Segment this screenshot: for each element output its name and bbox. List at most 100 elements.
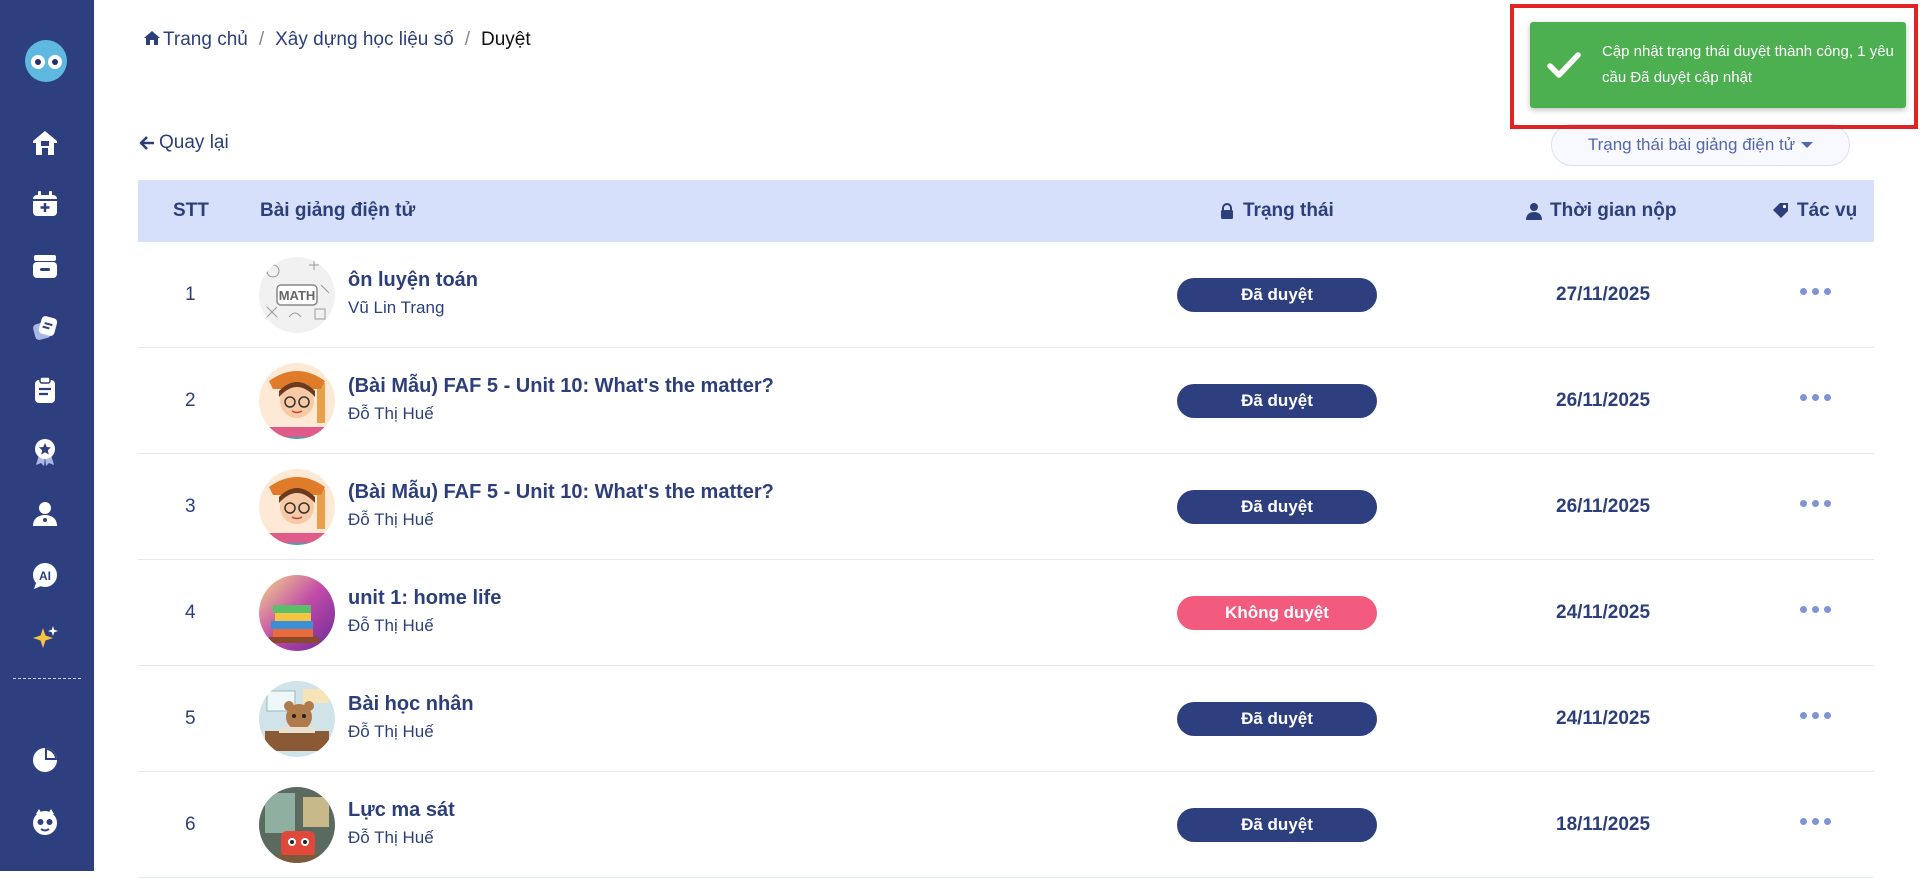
sidebar-item-reports[interactable] — [29, 744, 61, 776]
sidebar-item-magic[interactable] — [29, 622, 61, 654]
more-dot — [1800, 606, 1807, 613]
sidebar-divider — [13, 678, 81, 679]
submitted-date: 24/11/2025 — [1556, 708, 1651, 729]
classroom-bear-thumbnail — [259, 681, 335, 757]
more-dot — [1812, 606, 1819, 613]
owl-eyes — [30, 55, 62, 69]
breadcrumb-home-link[interactable]: Trang chủ — [143, 29, 248, 51]
submitted-date: 26/11/2025 — [1556, 496, 1651, 517]
user-icon — [1526, 203, 1542, 220]
more-dot — [1824, 394, 1831, 401]
table-row: 6 Lực ma sát Đỗ Thị Huế Đã duyệt 18/11/2… — [138, 772, 1874, 878]
submitted-date: 27/11/2025 — [1556, 284, 1651, 305]
more-dot — [1812, 500, 1819, 507]
more-dot — [1824, 818, 1831, 825]
header-stt-label: STT — [173, 200, 209, 221]
status-badge: Đã duyệt — [1177, 808, 1377, 842]
status-badge: Đã duyệt — [1177, 278, 1377, 312]
row-stt: 3 — [185, 496, 196, 517]
row-stt: 1 — [185, 284, 196, 305]
sidebar-item-students[interactable] — [29, 498, 61, 530]
more-actions-button[interactable] — [1798, 282, 1833, 301]
more-dot — [1824, 288, 1831, 295]
table-row: 4 unit 1: home life Đỗ Thị Huế Không duy… — [138, 560, 1874, 666]
owl-eye-right — [47, 55, 62, 69]
table-row: 1 MATH ôn luyện toán Vũ Lin Trang Đã duy… — [138, 242, 1874, 348]
red-robot-thumbnail — [259, 787, 335, 863]
more-dot — [1800, 288, 1807, 295]
sidebar-item-schedule[interactable] — [29, 188, 61, 220]
status-filter-dropdown[interactable]: Trạng thái bài giảng điện tử — [1551, 124, 1850, 166]
more-actions-button[interactable] — [1798, 812, 1833, 831]
lesson-title-link[interactable]: (Bài Mẫu) FAF 5 - Unit 10: What's the ma… — [348, 481, 774, 504]
submitted-date: 26/11/2025 — [1556, 390, 1651, 411]
more-actions-button[interactable] — [1798, 494, 1833, 513]
table-body: 1 MATH ôn luyện toán Vũ Lin Trang Đã duy… — [138, 242, 1874, 878]
girl-cartoon-thumbnail — [259, 469, 335, 545]
more-actions-button[interactable] — [1798, 600, 1833, 619]
status-badge: Đã duyệt — [1177, 384, 1377, 418]
sidebar-item-notes[interactable] — [29, 312, 61, 344]
math-doodle-thumbnail: MATH — [259, 257, 335, 333]
more-dot — [1800, 394, 1807, 401]
more-dot — [1812, 288, 1819, 295]
more-dot — [1824, 712, 1831, 719]
sidebar-item-assistant[interactable] — [29, 806, 61, 838]
more-actions-button[interactable] — [1798, 706, 1833, 725]
lesson-title-link[interactable]: ôn luyện toán — [348, 269, 478, 292]
calendar-plus-icon — [33, 191, 57, 216]
books-thumbnail — [259, 575, 335, 651]
row-stt: 2 — [185, 390, 196, 411]
owl-logo[interactable] — [25, 40, 67, 82]
users-icon — [33, 502, 57, 526]
lesson-thumbnail[interactable] — [259, 575, 335, 651]
status-badge: Đã duyệt — [1177, 490, 1377, 524]
lesson-title-link[interactable]: (Bài Mẫu) FAF 5 - Unit 10: What's the ma… — [348, 375, 774, 398]
lesson-thumbnail[interactable] — [259, 469, 335, 545]
more-dot — [1800, 712, 1807, 719]
row-stt: 4 — [185, 602, 196, 623]
lock-icon — [1221, 203, 1233, 219]
more-actions-button[interactable] — [1798, 388, 1833, 407]
sidebar-item-home[interactable] — [29, 127, 61, 159]
lesson-thumbnail[interactable]: MATH — [259, 257, 335, 333]
sidebar-item-ai[interactable]: AI — [29, 560, 61, 592]
lesson-author: Đỗ Thị Huế — [348, 510, 434, 529]
header-actions-label: Tác vụ — [1797, 200, 1858, 221]
sidebar-item-assignments[interactable] — [29, 374, 61, 406]
header-status: Trạng thái — [1218, 180, 1334, 242]
more-dot — [1812, 394, 1819, 401]
check-icon — [1547, 52, 1581, 78]
more-dot — [1812, 818, 1819, 825]
success-toast[interactable]: Cập nhật trạng thái duyệt thành công, 1 … — [1530, 22, 1906, 108]
lesson-title-link[interactable]: Bài học nhân — [348, 693, 474, 716]
sidebar-item-awards[interactable] — [29, 436, 61, 468]
lesson-author: Vũ Lin Trang — [348, 298, 445, 317]
more-dot — [1824, 606, 1831, 613]
breadcrumb-section-link[interactable]: Xây dựng học liệu số — [275, 29, 454, 51]
status-badge: Đã duyệt — [1177, 702, 1377, 736]
home-icon — [144, 31, 160, 45]
lesson-thumbnail[interactable] — [259, 681, 335, 757]
clipboard-icon — [35, 376, 55, 403]
more-dot — [1824, 500, 1831, 507]
back-button[interactable]: Quay lại — [139, 132, 229, 154]
table-row: 5 Bài học nhân Đỗ Thị Huế Đã duyệt 24/11… — [138, 666, 1874, 772]
breadcrumb-home-label: Trang chủ — [163, 29, 248, 50]
svg-text:MATH: MATH — [279, 288, 316, 303]
lesson-title-link[interactable]: unit 1: home life — [348, 587, 501, 610]
lesson-thumbnail[interactable] — [259, 787, 335, 863]
bot-icon — [33, 809, 57, 835]
status-badge: Không duyệt — [1177, 596, 1377, 630]
lesson-title-link[interactable]: Lực ma sát — [348, 799, 455, 822]
lesson-thumbnail[interactable] — [259, 363, 335, 439]
row-stt: 5 — [185, 708, 196, 729]
more-dot — [1812, 712, 1819, 719]
lesson-author: Đỗ Thị Huế — [348, 616, 434, 635]
submitted-date: 18/11/2025 — [1556, 814, 1651, 835]
breadcrumb-separator: / — [464, 29, 470, 50]
lesson-author: Đỗ Thị Huế — [348, 404, 434, 423]
archive-icon — [33, 255, 57, 278]
sidebar-item-archive[interactable] — [29, 250, 61, 282]
header-stt: STT — [173, 180, 209, 242]
